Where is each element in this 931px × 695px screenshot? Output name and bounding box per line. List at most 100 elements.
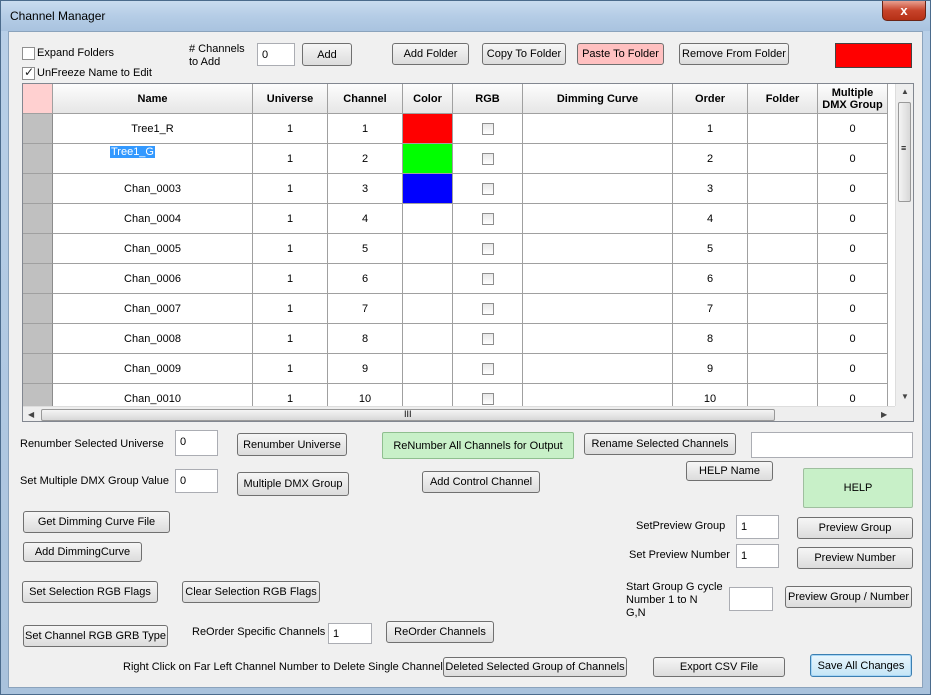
channel-name-cell[interactable]: Chan_0007 [53, 294, 253, 324]
scroll-right-arrow[interactable]: ▶ [881, 410, 887, 419]
column-header-dimming-curve[interactable]: Dimming Curve [523, 84, 673, 114]
row-selector[interactable] [23, 144, 53, 174]
row-selector[interactable] [23, 174, 53, 204]
rename-selected-channels-button[interactable]: Rename Selected Channels [584, 433, 736, 455]
channel-cell[interactable]: 9 [328, 354, 403, 384]
reorder-specific-input[interactable]: 1 [328, 623, 372, 644]
scroll-left-arrow[interactable]: ◀ [28, 410, 34, 419]
preview-group-number-button[interactable]: Preview Group / Number [785, 586, 912, 608]
rgb-cell[interactable] [453, 264, 523, 294]
table-row[interactable]: Chan_0007 1 7 7 0 [23, 294, 888, 324]
scroll-up-arrow[interactable]: ▲ [901, 87, 909, 96]
column-header-folder[interactable]: Folder [748, 84, 818, 114]
renumber-universe-input[interactable]: 0 [175, 430, 218, 456]
vertical-scrollbar[interactable]: ▲ ≡ ▼ [895, 84, 913, 406]
add-dimming-curve-button[interactable]: Add DimmingCurve [23, 542, 142, 562]
rgb-cell[interactable] [453, 294, 523, 324]
table-row[interactable]: Chan_0008 1 8 8 0 [23, 324, 888, 354]
multiple-dmx-input[interactable]: 0 [175, 469, 218, 493]
current-color-swatch[interactable] [835, 43, 912, 68]
rgb-checkbox[interactable] [481, 362, 494, 375]
order-cell[interactable]: 4 [673, 204, 748, 234]
multiple-dmx-group-cell[interactable]: 0 [818, 324, 888, 354]
row-selector[interactable] [23, 234, 53, 264]
color-cell[interactable] [403, 174, 453, 204]
row-selector[interactable] [23, 204, 53, 234]
dimming-curve-cell[interactable] [523, 204, 673, 234]
color-cell[interactable] [403, 324, 453, 354]
universe-cell[interactable]: 1 [253, 114, 328, 144]
folder-cell[interactable] [748, 324, 818, 354]
rgb-checkbox[interactable] [481, 152, 494, 165]
channels-to-add-input[interactable]: 0 [257, 43, 295, 66]
set-channel-rgb-grb-button[interactable]: Set Channel RGB GRB Type [23, 625, 168, 647]
order-cell[interactable]: 5 [673, 234, 748, 264]
horizontal-scroll-thumb[interactable]: III [41, 409, 775, 421]
rgb-cell[interactable] [453, 144, 523, 174]
vertical-scroll-thumb[interactable]: ≡ [898, 102, 911, 202]
table-row[interactable]: Tree1_R 1 1 1 0 [23, 114, 888, 144]
rgb-cell[interactable] [453, 174, 523, 204]
universe-cell[interactable]: 1 [253, 204, 328, 234]
multiple-dmx-group-button[interactable]: Multiple DMX Group [237, 472, 349, 496]
multiple-dmx-group-cell[interactable]: 0 [818, 264, 888, 294]
folder-cell[interactable] [748, 204, 818, 234]
universe-cell[interactable]: 1 [253, 174, 328, 204]
multiple-dmx-group-cell[interactable]: 0 [818, 174, 888, 204]
start-group-input[interactable] [729, 587, 773, 611]
color-cell[interactable] [403, 354, 453, 384]
rgb-cell[interactable] [453, 204, 523, 234]
color-cell[interactable] [403, 204, 453, 234]
get-dimming-curve-file-button[interactable]: Get Dimming Curve File [23, 511, 170, 533]
add-control-channel-button[interactable]: Add Control Channel [422, 471, 540, 493]
channel-name-cell[interactable]: Chan_0005 [53, 234, 253, 264]
folder-cell[interactable] [748, 114, 818, 144]
title-bar[interactable]: Channel Manager x [1, 1, 930, 31]
table-row[interactable]: Tree1_G 1 2 2 0 [23, 144, 888, 174]
channel-cell[interactable]: 3 [328, 174, 403, 204]
order-cell[interactable]: 2 [673, 144, 748, 174]
folder-cell[interactable] [748, 144, 818, 174]
channel-name-cell[interactable]: Chan_0003 [53, 174, 253, 204]
expand-folders-checkbox[interactable] [22, 47, 35, 60]
order-cell[interactable]: 8 [673, 324, 748, 354]
channel-cell[interactable]: 4 [328, 204, 403, 234]
universe-cell[interactable]: 1 [253, 234, 328, 264]
preview-group-button[interactable]: Preview Group [797, 517, 913, 539]
dimming-curve-cell[interactable] [523, 234, 673, 264]
color-cell[interactable] [403, 144, 453, 174]
dimming-curve-cell[interactable] [523, 144, 673, 174]
column-header-order[interactable]: Order [673, 84, 748, 114]
copy-to-folder-button[interactable]: Copy To Folder [482, 43, 566, 65]
folder-cell[interactable] [748, 264, 818, 294]
multiple-dmx-group-cell[interactable]: 0 [818, 144, 888, 174]
table-row[interactable]: Chan_0004 1 4 4 0 [23, 204, 888, 234]
column-header-universe[interactable]: Universe [253, 84, 328, 114]
folder-cell[interactable] [748, 234, 818, 264]
folder-cell[interactable] [748, 354, 818, 384]
rgb-cell[interactable] [453, 324, 523, 354]
preview-number-button[interactable]: Preview Number [797, 547, 913, 569]
color-cell[interactable] [403, 294, 453, 324]
remove-from-folder-button[interactable]: Remove From Folder [679, 43, 789, 65]
multiple-dmx-group-cell[interactable]: 0 [818, 114, 888, 144]
table-row[interactable]: Chan_0005 1 5 5 0 [23, 234, 888, 264]
channel-cell[interactable]: 7 [328, 294, 403, 324]
multiple-dmx-group-cell[interactable]: 0 [818, 294, 888, 324]
channel-name-cell[interactable]: Chan_0004 [53, 204, 253, 234]
preview-group-input[interactable]: 1 [736, 515, 779, 539]
rename-input[interactable] [751, 432, 913, 458]
multiple-dmx-group-cell[interactable]: 0 [818, 234, 888, 264]
column-header-multiple-dmx-group[interactable]: Multiple DMX Group [818, 84, 888, 114]
universe-cell[interactable]: 1 [253, 264, 328, 294]
grid-corner-cell[interactable] [23, 84, 53, 114]
rgb-checkbox[interactable] [481, 212, 494, 225]
row-selector[interactable] [23, 264, 53, 294]
table-row[interactable]: Chan_0003 1 3 3 0 [23, 174, 888, 204]
reorder-channels-button[interactable]: ReOrder Channels [386, 621, 494, 643]
channel-name-cell[interactable]: Chan_0009 [53, 354, 253, 384]
column-header-rgb[interactable]: RGB [453, 84, 523, 114]
rgb-checkbox[interactable] [481, 242, 494, 255]
universe-cell[interactable]: 1 [253, 354, 328, 384]
column-header-channel[interactable]: Channel [328, 84, 403, 114]
